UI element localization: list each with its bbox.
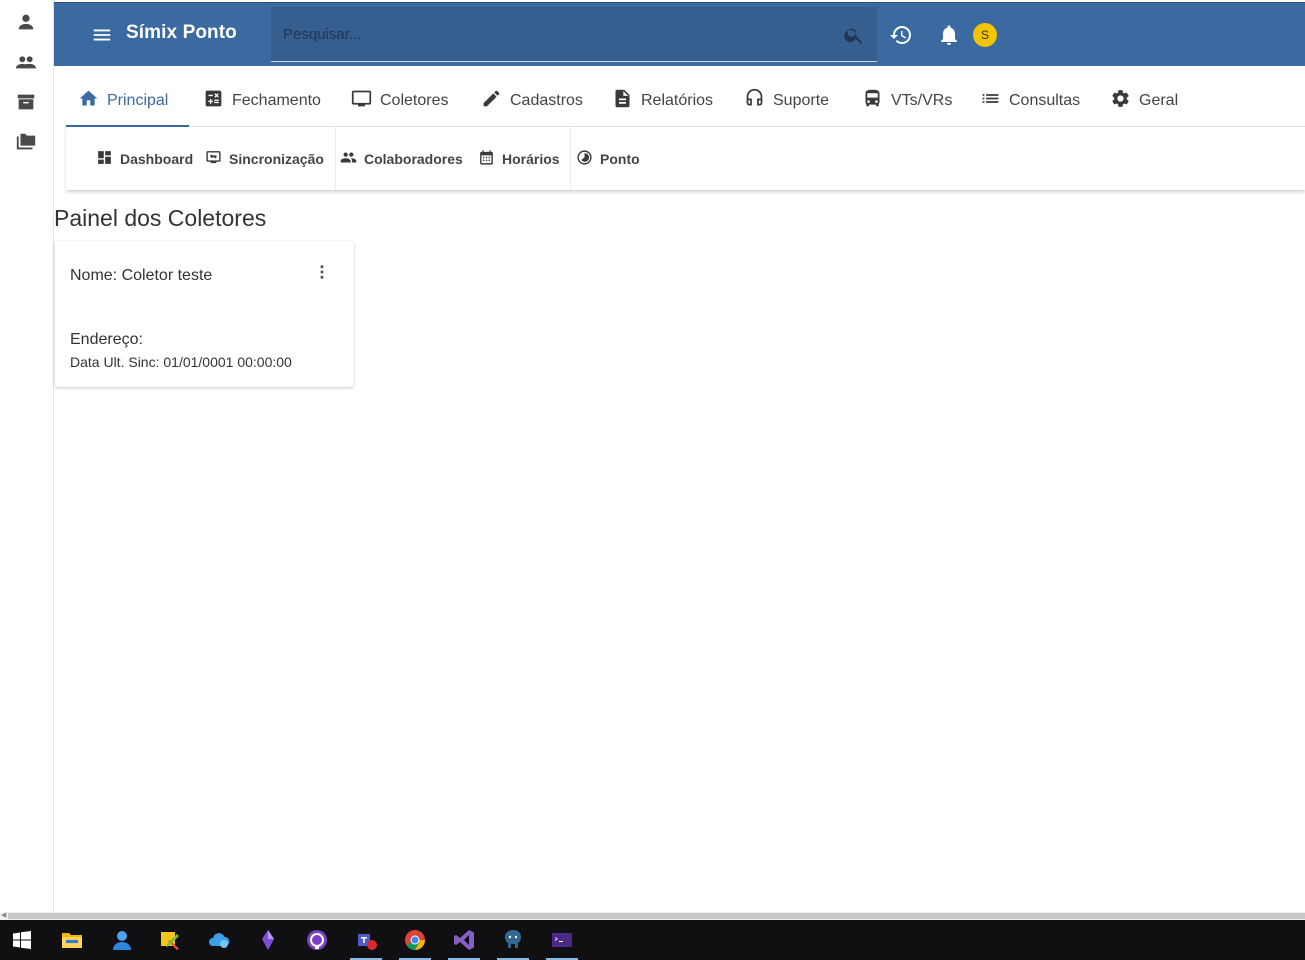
history-icon[interactable] [888,22,914,48]
chrome-icon[interactable] [393,920,437,960]
collector-last-sync: Data Ult. Sinc: 01/01/0001 00:00:00 [70,354,292,370]
subnav-sincronizacao[interactable]: Sincronização [199,127,330,190]
teams-icon[interactable] [344,920,388,960]
windows-start-icon[interactable] [0,920,44,960]
left-rail [0,0,54,912]
top-app-bar: Símix Ponto S [54,2,1305,66]
dashboard-icon [96,149,113,169]
search-input[interactable] [271,7,831,62]
sub-navigation: Dashboard Sincronização Colaboradores Ho… [66,127,1305,190]
terminal-icon[interactable] [540,920,584,960]
subnav-ponto[interactable]: Ponto [570,127,646,190]
tab-label: Relatórios [641,92,714,109]
home-icon [78,88,99,114]
tab-consultas[interactable]: Consultas [968,76,1092,126]
tab-label: Coletores [380,92,449,109]
tab-label: Suporte [773,92,830,109]
subnav-label: Colaboradores [364,150,463,167]
user-app-icon[interactable] [100,920,144,960]
visual-studio-icon[interactable] [442,920,486,960]
more-vert-icon[interactable] [313,261,331,283]
scroll-left-arrow-icon[interactable]: ◀ [1,912,6,920]
tab-relatorios[interactable]: Relatórios [600,76,725,126]
subnav-label: Horários [502,150,560,167]
bus-icon [862,88,883,114]
person-icon[interactable] [13,9,39,35]
tab-label: Fechamento [232,92,321,109]
subnav-dashboard[interactable]: Dashboard [90,127,199,190]
collector-address: Endereço: [70,331,143,348]
headset-icon [744,88,765,114]
subnav-label: Sincronização [229,150,324,167]
page-title: Painel dos Coletores [54,205,267,231]
app-window: Símix Ponto S Principal Fechamento Colet… [0,0,1305,960]
search-box [271,7,877,62]
tab-cadastros[interactable]: Cadastros [469,76,595,126]
notifications-bell-icon[interactable] [936,22,962,48]
postgres-icon[interactable] [491,920,535,960]
search-icon[interactable] [843,24,865,46]
windows-taskbar [0,920,1305,960]
tab-geral[interactable]: Geral [1098,76,1190,126]
cloud-app-icon[interactable] [197,920,241,960]
main-tabs: Principal Fechamento Coletores Cadastros… [66,76,1305,127]
folders-icon[interactable] [13,129,39,155]
tab-label: Cadastros [510,92,583,109]
gear-icon [1110,88,1131,114]
user-avatar[interactable]: S [973,23,997,47]
tab-label: Consultas [1009,92,1081,109]
people-icon [340,149,357,169]
horizontal-scrollbar[interactable]: ◀ [0,912,1305,920]
subnav-horarios[interactable]: Horários [472,127,566,190]
group-icon[interactable] [13,49,39,75]
file-explorer-icon[interactable] [50,920,94,960]
github-icon[interactable] [295,920,339,960]
tab-label: VTs/VRs [891,92,953,109]
sync-screen-icon [205,149,222,169]
clock-circle-icon [576,149,593,169]
collector-name: Nome: Coletor teste [70,267,213,284]
pencil-icon [481,88,502,114]
tab-vts-vrs[interactable]: VTs/VRs [850,76,964,126]
subnav-label: Ponto [600,150,640,167]
scrollbar-thumb[interactable] [8,913,1305,919]
tab-label: Principal [107,92,169,109]
calculator-icon [203,88,224,114]
collector-card[interactable]: Nome: Coletor teste Endereço: Data Ult. … [55,241,354,387]
subnav-label: Dashboard [120,150,194,167]
tab-suporte[interactable]: Suporte [732,76,841,126]
subnav-colaboradores[interactable]: Colaboradores [334,127,469,190]
document-icon [612,88,633,114]
tab-principal[interactable]: Principal [66,76,189,127]
tab-coletores[interactable]: Coletores [339,76,460,126]
calendar-icon [478,149,495,169]
sticky-tools-icon[interactable] [148,920,192,960]
archive-icon[interactable] [13,89,39,115]
list-icon [980,88,1001,114]
app-title: Símix Ponto [126,22,237,43]
tab-label: Geral [1139,92,1179,109]
monitor-icon [351,88,372,114]
hamburger-menu-icon[interactable] [90,23,114,47]
crystal-app-icon[interactable] [246,920,290,960]
tab-fechamento[interactable]: Fechamento [191,76,333,126]
